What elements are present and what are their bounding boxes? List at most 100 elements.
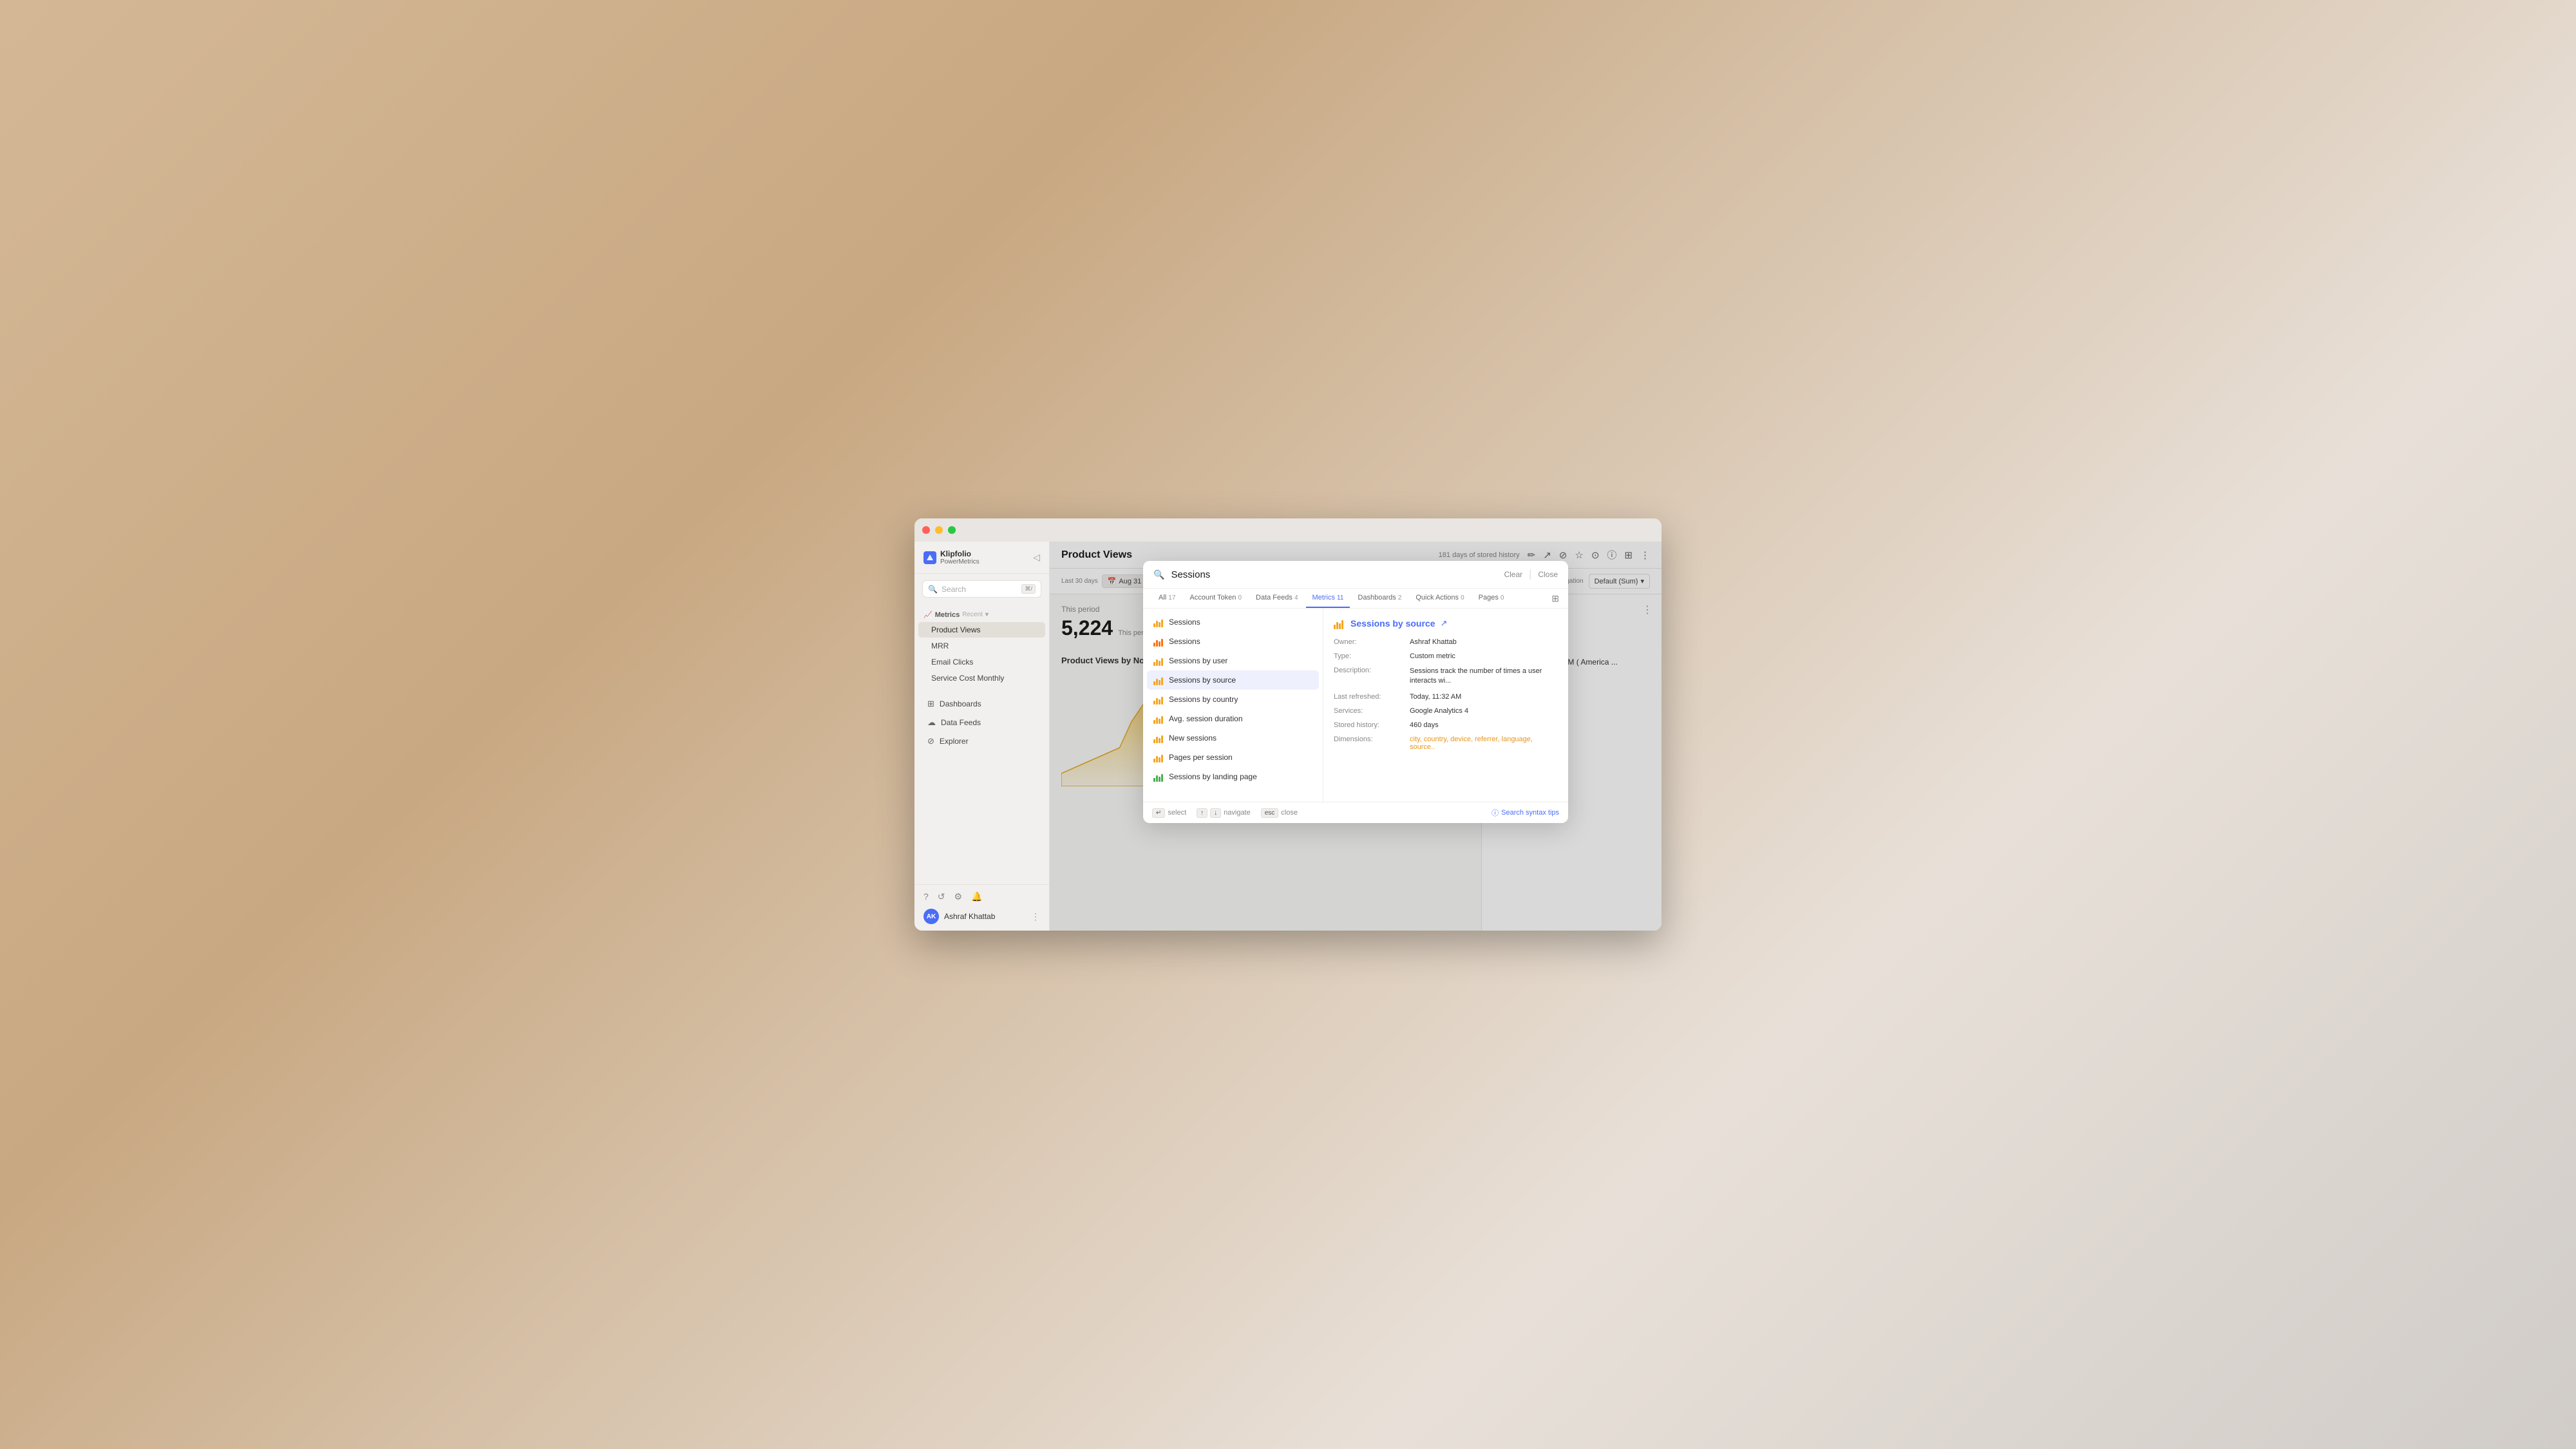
sidebar-metrics-header[interactable]: 📈 Metrics Recent ▾ [914, 608, 1049, 621]
detail-dimensions-key: Dimensions: [1334, 735, 1405, 751]
user-row[interactable]: AK Ashraf Khattab ⋮ [923, 909, 1040, 924]
enter-key: ↵ [1152, 808, 1165, 818]
sidebar-item-product-views[interactable]: Product Views [918, 622, 1045, 638]
footer-icons: ? ↺ ⚙ 🔔 [923, 891, 1040, 902]
detail-owner-row: Owner: Ashraf Khattab [1334, 638, 1558, 646]
search-input[interactable] [1171, 569, 1497, 580]
mrr-label: MRR [931, 641, 949, 650]
bar-chart-icon-8 [1153, 752, 1164, 762]
refresh-icon[interactable]: ↺ [938, 891, 945, 902]
sidebar-item-explorer[interactable]: ⊘ Explorer [918, 732, 1045, 750]
search-overlay[interactable]: 🔍 Clear | Close All 17 Account Toke [1050, 542, 1662, 931]
sidebar-item-data-feeds[interactable]: ☁ Data Feeds [918, 714, 1045, 732]
separator: | [1529, 569, 1531, 580]
list-item-new-sessions-label: New sessions [1169, 734, 1217, 743]
list-item-sessions-by-source[interactable]: Sessions by source [1147, 670, 1319, 690]
search-tips-link[interactable]: ⓘ Search syntax tips [1492, 808, 1559, 818]
sidebar-item-mrr[interactable]: MRR [918, 638, 1045, 654]
filter-icon[interactable]: ⊞ [1551, 593, 1559, 604]
chevron-icon: ▾ [985, 611, 989, 618]
tab-metrics-label: Metrics [1312, 594, 1335, 601]
list-item-new-sessions[interactable]: New sessions [1147, 728, 1319, 748]
tab-account-token-count: 0 [1238, 594, 1242, 601]
tips-label: Search syntax tips [1501, 809, 1559, 817]
detail-type-row: Type: Custom metric [1334, 652, 1558, 660]
tab-account-token-label: Account Token [1189, 594, 1236, 601]
tab-metrics[interactable]: Metrics 11 [1306, 589, 1350, 608]
user-initials: AK [927, 913, 936, 920]
close-button[interactable]: Close [1538, 570, 1558, 579]
bar-chart-icon-5 [1153, 694, 1164, 705]
list-item-sessions-by-country[interactable]: Sessions by country [1147, 690, 1319, 709]
detail-services-row: Services: Google Analytics 4 [1334, 707, 1558, 715]
tab-pages[interactable]: Pages 0 [1472, 589, 1511, 608]
tab-all-count: 17 [1168, 594, 1175, 601]
email-clicks-label: Email Clicks [931, 658, 973, 667]
data-feeds-label: Data Feeds [941, 718, 981, 727]
modal-list: Sessions Sessions [1143, 609, 1323, 802]
detail-history-row: Stored history: 460 days [1334, 721, 1558, 729]
list-item-sessions-1[interactable]: Sessions [1147, 612, 1319, 632]
sidebar-search-box[interactable]: 🔍 Search ⌘/ [922, 580, 1041, 598]
explorer-label: Explorer [940, 737, 969, 746]
tab-data-feeds-count: 4 [1294, 594, 1298, 601]
user-more-button[interactable]: ⋮ [1031, 911, 1040, 922]
clear-button[interactable]: Clear [1504, 570, 1522, 579]
detail-title: Sessions by source [1350, 618, 1435, 629]
tab-pages-count: 0 [1501, 594, 1504, 601]
bar-chart-icon-7 [1153, 733, 1164, 743]
trending-icon: 📈 [923, 611, 933, 619]
logo-area: Klipfolio PowerMetrics [923, 549, 980, 565]
search-shortcut: ⌘/ [1021, 584, 1036, 594]
detail-bar-icon [1334, 618, 1345, 629]
titlebar [914, 518, 1662, 542]
list-item-sessions-1-label: Sessions [1169, 618, 1200, 627]
list-item-sessions-by-country-label: Sessions by country [1169, 695, 1238, 704]
tab-dashboards[interactable]: Dashboards 2 [1351, 589, 1408, 608]
sidebar-item-email-clicks[interactable]: Email Clicks [918, 654, 1045, 670]
detail-description-row: Description: Sessions track the number o… [1334, 667, 1558, 687]
product-views-label: Product Views [931, 625, 980, 634]
notifications-icon[interactable]: 🔔 [971, 891, 982, 902]
list-item-sessions-by-user[interactable]: Sessions by user [1147, 651, 1319, 670]
sidebar-search: 🔍 Search ⌘/ [914, 574, 1049, 604]
service-cost-label: Service Cost Monthly [931, 674, 1004, 683]
external-link-icon[interactable]: ↗ [1441, 618, 1448, 629]
list-item-sessions-by-landing[interactable]: Sessions by landing page [1147, 767, 1319, 786]
sidebar-metrics-section: 📈 Metrics Recent ▾ Product Views MRR Ema… [914, 604, 1049, 690]
data-feeds-icon: ☁ [927, 717, 936, 728]
list-item-pages-per-session[interactable]: Pages per session [1147, 748, 1319, 767]
detail-dimensions-val: city, country, device, referrer, languag… [1410, 735, 1558, 751]
down-key: ↓ [1210, 808, 1221, 818]
list-item-sessions-2[interactable]: Sessions [1147, 632, 1319, 651]
logo-text: Klipfolio PowerMetrics [940, 549, 980, 565]
sidebar-nav-section: ⊞ Dashboards ☁ Data Feeds ⊘ Explorer [914, 690, 1049, 755]
sidebar-collapse-button[interactable]: ◁ [1033, 552, 1040, 563]
tab-dashboards-label: Dashboards [1358, 594, 1396, 601]
tab-data-feeds[interactable]: Data Feeds 4 [1249, 589, 1305, 608]
tab-all[interactable]: All 17 [1152, 589, 1182, 608]
search-modal: 🔍 Clear | Close All 17 Account Toke [1143, 561, 1568, 823]
settings-icon[interactable]: ⚙ [954, 891, 963, 902]
info-icon: ⓘ [1492, 808, 1499, 818]
tab-account-token[interactable]: Account Token 0 [1183, 589, 1248, 608]
sidebar-item-service-cost[interactable]: Service Cost Monthly [918, 670, 1045, 686]
close-hint: esc close [1261, 808, 1298, 818]
sidebar-footer: ? ↺ ⚙ 🔔 AK Ashraf Khattab ⋮ [914, 884, 1049, 931]
list-item-avg-session[interactable]: Avg. session duration [1147, 709, 1319, 728]
close-button[interactable] [922, 526, 930, 534]
bar-chart-icon-2 [1153, 636, 1164, 647]
minimize-button[interactable] [935, 526, 943, 534]
maximize-button[interactable] [948, 526, 956, 534]
select-hint: ↵ select [1152, 808, 1186, 818]
search-icon: 🔍 [928, 585, 938, 594]
sidebar: Klipfolio PowerMetrics ◁ 🔍 Search ⌘/ 📈 M… [914, 542, 1050, 931]
close-label: close [1281, 809, 1298, 817]
help-icon[interactable]: ? [923, 891, 929, 902]
metrics-label: Metrics [935, 611, 960, 619]
detail-dimensions-row: Dimensions: city, country, device, refer… [1334, 735, 1558, 751]
esc-key: esc [1261, 808, 1279, 818]
tab-quick-actions[interactable]: Quick Actions 0 [1409, 589, 1470, 608]
recent-label: Recent [962, 611, 983, 618]
sidebar-item-dashboards[interactable]: ⊞ Dashboards [918, 695, 1045, 713]
